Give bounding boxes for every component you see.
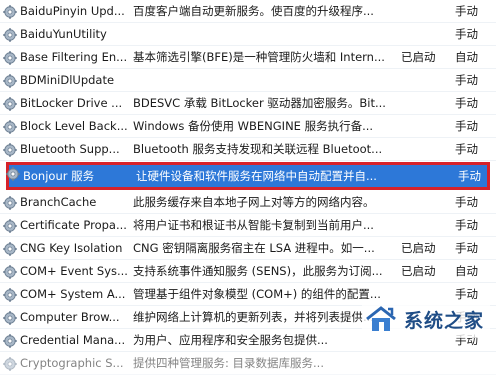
service-status: 已启动	[401, 50, 436, 64]
service-name: Credential Mana...	[20, 333, 126, 347]
service-startup-type: 自动	[455, 264, 478, 278]
service-name: Certificate Propa...	[20, 218, 127, 232]
service-gear-icon	[3, 96, 17, 111]
service-description: 百度客户端自动更新服务。使百度的升级程序...	[133, 4, 374, 18]
service-gear-icon	[3, 287, 17, 302]
service-startup-type: 手动	[455, 195, 478, 209]
service-startup-type: 手动	[455, 96, 478, 110]
service-description: Bluetooth 服务支持发现和关联远程 Bluetoot...	[133, 142, 383, 156]
service-row[interactable]: BDMiniDlUpdate 手动	[0, 69, 496, 92]
service-name: BaiduYunUtility	[20, 27, 107, 41]
service-startup-type: 手动	[455, 4, 478, 18]
service-gear-icon	[3, 119, 17, 134]
service-name: Bluetooth Supp...	[20, 142, 120, 156]
service-name: COM+ System A...	[20, 287, 126, 301]
service-description: BDESVC 承载 BitLocker 驱动器加密服务。Bit...	[133, 96, 386, 110]
service-startup-type: 自动	[455, 50, 478, 64]
service-gear-icon	[3, 218, 17, 233]
service-description: 管理基于组件对象模型 (COM+) 的组件的配置...	[133, 287, 381, 301]
service-gear-icon	[3, 264, 17, 279]
service-name: BDMiniDlUpdate	[20, 73, 115, 87]
watermark: 系统之家	[361, 300, 490, 338]
service-name: Computer Brow...	[20, 310, 120, 324]
service-row-selected[interactable]: Bonjour 服务 让硬件设备和软件服务在网络中自动配置并自... 手动	[6, 162, 490, 190]
service-description: Windows 备份使用 WBENGINE 服务执行备...	[133, 119, 374, 133]
watermark-text: 系统之家	[403, 309, 484, 332]
service-startup-type: 手动	[455, 73, 478, 87]
service-gear-icon	[3, 4, 17, 19]
service-row[interactable]: CNG Key Isolation CNG 密钥隔离服务宿主在 LSA 进程中。如…	[0, 237, 496, 260]
service-row[interactable]: BitLocker Drive ... BDESVC 承载 BitLocker 驱…	[0, 92, 496, 115]
service-gear-icon	[3, 356, 17, 371]
service-gear-icon	[3, 241, 17, 256]
service-gear-icon	[3, 27, 17, 42]
service-row[interactable]: Block Level Back... Windows 备份使用 WBENGINE…	[0, 115, 496, 138]
service-gear-icon	[3, 195, 17, 210]
service-description: 为用户、应用程序和安全服务包提供...	[133, 333, 328, 347]
service-startup-type: 手动	[458, 169, 481, 183]
service-name: BaiduPinyin Upd...	[20, 4, 125, 18]
service-description: CNG 密钥隔离服务宿主在 LSA 进程中。如一...	[133, 241, 375, 255]
service-row[interactable]: BaiduYunUtility 手动	[0, 23, 496, 46]
service-name: Cryptographic S...	[20, 356, 124, 370]
service-startup-type: 手动	[455, 27, 478, 41]
service-gear-icon	[3, 333, 17, 348]
service-gear-icon	[3, 50, 17, 65]
service-status: 已启动	[401, 264, 436, 278]
service-description: 此服务缓存来自本地子网上对等方的网络内容。	[133, 195, 375, 209]
service-gear-icon	[3, 310, 17, 325]
service-startup-type: 手动	[455, 142, 478, 156]
service-startup-type: 手动	[455, 119, 478, 133]
service-name: COM+ Event Sys...	[20, 264, 128, 278]
service-row[interactable]: Cryptographic S... 提供四种管理服务: 目录数据库服务...	[0, 352, 496, 375]
service-gear-icon	[6, 166, 20, 181]
service-startup-type: 手动	[455, 241, 478, 255]
service-description: 让硬件设备和软件服务在网络中自动配置并自...	[136, 169, 377, 183]
service-name: Base Filtering En...	[20, 50, 128, 64]
service-description: 将用户证书和根证书从智能卡复制到当前用户...	[133, 218, 374, 232]
service-gear-icon	[3, 73, 17, 88]
service-row[interactable]: BranchCache 此服务缓存来自本地子网上对等方的网络内容。 手动	[0, 191, 496, 214]
service-description: 维护网络上计算机的更新列表，并将列表提供...	[133, 310, 374, 324]
service-description: 支持系统事件通知服务 (SENS)，此服务为订阅...	[133, 264, 383, 278]
service-startup-type: 手动	[455, 218, 478, 232]
service-row[interactable]: BaiduPinyin Upd... 百度客户端自动更新服务。使百度的升级程序..…	[0, 0, 496, 23]
service-name: Block Level Back...	[20, 119, 128, 133]
service-name: BranchCache	[20, 195, 97, 209]
service-row[interactable]: Certificate Propa... 将用户证书和根证书从智能卡复制到当前用户…	[0, 214, 496, 237]
service-status: 已启动	[401, 241, 436, 255]
service-gear-icon	[3, 142, 17, 157]
service-row[interactable]: Base Filtering En... 基本筛选引擎(BFE)是一种管理防火墙和…	[0, 46, 496, 69]
service-row[interactable]: COM+ Event Sys... 支持系统事件通知服务 (SENS)，此服务为订…	[0, 260, 496, 283]
service-name: BitLocker Drive ...	[20, 96, 123, 110]
service-name: CNG Key Isolation	[20, 241, 123, 255]
service-description: 基本筛选引擎(BFE)是一种管理防火墙和 Intern...	[133, 50, 385, 64]
service-name: Bonjour 服务	[23, 169, 95, 183]
service-description: 提供四种管理服务: 目录数据库服务...	[133, 356, 324, 370]
service-row[interactable]: Bluetooth Supp... Bluetooth 服务支持发现和关联远程 B…	[0, 138, 496, 161]
house-logo-icon	[366, 306, 396, 331]
